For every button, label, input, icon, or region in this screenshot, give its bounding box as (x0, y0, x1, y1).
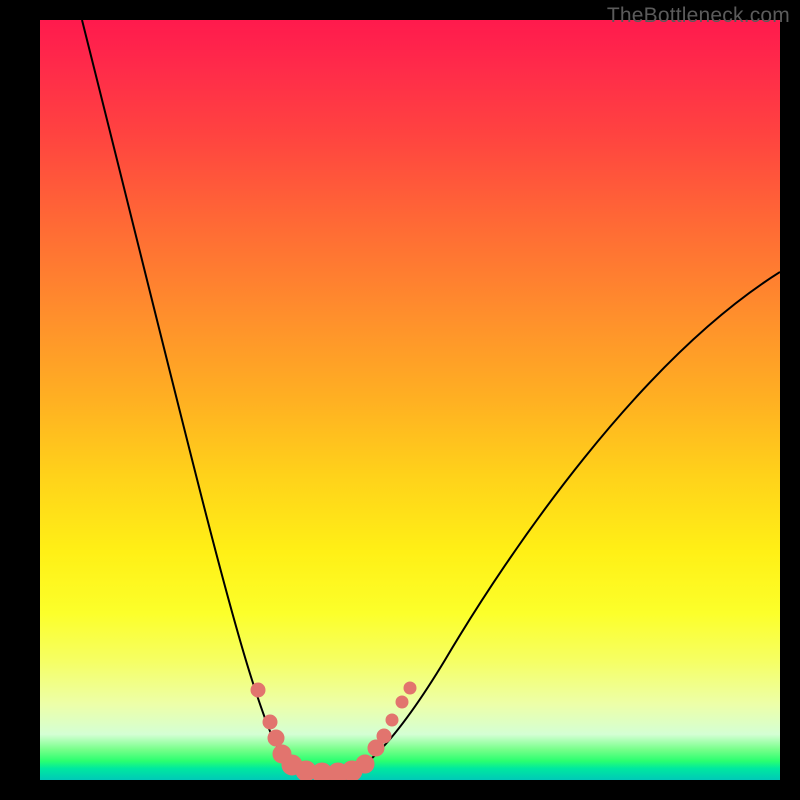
watermark-text: TheBottleneck.com (607, 4, 790, 28)
valley-marker (268, 730, 284, 746)
valley-marker (386, 714, 398, 726)
valley-marker (404, 682, 416, 694)
valley-marker (356, 755, 374, 773)
valley-marker (251, 683, 265, 697)
valley-markers (251, 682, 416, 780)
plot-area (40, 20, 780, 780)
valley-marker (263, 715, 277, 729)
bottleneck-curve-svg (40, 20, 780, 780)
valley-marker (396, 696, 408, 708)
bottleneck-curve-path (82, 20, 780, 773)
valley-marker (377, 729, 391, 743)
chart-frame: TheBottleneck.com (0, 0, 800, 800)
